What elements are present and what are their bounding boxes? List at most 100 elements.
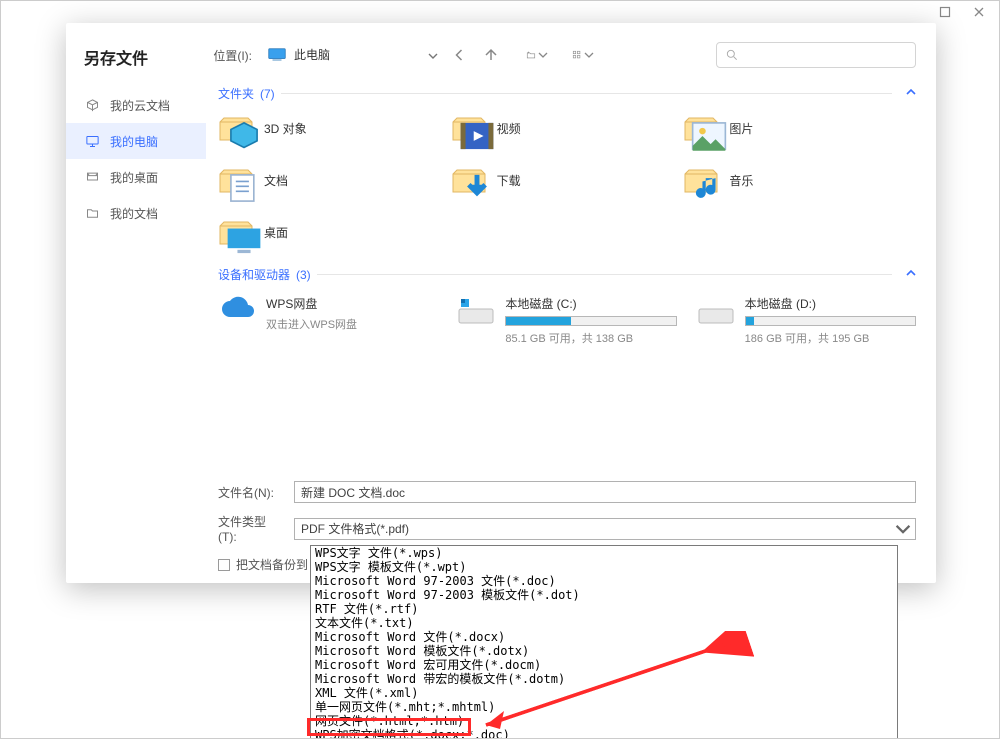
folder-pictures[interactable]: 图片 [683, 110, 916, 146]
sidebar-item-label: 我的文档 [110, 205, 158, 222]
downloads-icon [451, 164, 487, 196]
filetype-option[interactable]: WPS文字 模板文件(*.wpt) [311, 560, 897, 574]
device-local-disk-d[interactable]: 本地磁盘 (D:) 186 GB 可用，共 195 GB [697, 295, 916, 346]
device-name: 本地磁盘 (D:) [745, 295, 916, 312]
sidebar-item-my-desktop[interactable]: 我的桌面 [66, 159, 206, 195]
search-input[interactable] [716, 42, 916, 68]
folder-name: 图片 [729, 120, 753, 137]
section-folders-header[interactable]: 文件夹 (7) [218, 81, 916, 110]
cube-outline-icon [84, 97, 100, 113]
filename-input[interactable] [294, 481, 916, 503]
close-icon[interactable] [973, 6, 985, 18]
location-label: 位置(I): [206, 47, 258, 64]
nav-back-button[interactable] [448, 44, 470, 66]
location-bar: 位置(I): 此电脑 [206, 37, 916, 73]
sidebar-item-my-documents[interactable]: 我的文档 [66, 195, 206, 231]
pc-icon [268, 48, 286, 62]
filetype-option[interactable]: Microsoft Word 宏可用文件(*.docm) [311, 658, 897, 672]
filetype-option[interactable]: WPS加密文档格式(*.docx;*.doc) [311, 728, 897, 739]
filetype-value: PDF 文件格式(*.pdf) [301, 520, 409, 537]
filetype-option[interactable]: Microsoft Word 模板文件(*.dotx) [311, 644, 897, 658]
filetype-dropdown[interactable]: WPS文字 文件(*.wps)WPS文字 模板文件(*.wpt)Microsof… [310, 545, 898, 739]
backup-checkbox-label: 把文档备份到 [236, 556, 308, 573]
new-folder-button[interactable] [526, 44, 548, 66]
pictures-icon [683, 112, 719, 144]
filename-row: 文件名(N): [218, 481, 916, 503]
filetype-option[interactable]: Microsoft Word 带宏的模板文件(*.dotm) [311, 672, 897, 686]
sidebar-item-label: 我的电脑 [110, 133, 158, 150]
maximize-icon[interactable] [939, 6, 951, 18]
sidebar-item-label: 我的桌面 [110, 169, 158, 186]
desktop-folder-icon [218, 216, 254, 248]
collapse-up-icon[interactable] [898, 268, 916, 281]
section-devices-header[interactable]: 设备和驱动器 (3) [218, 262, 916, 291]
folder-name: 视频 [497, 120, 521, 137]
dialog-title: 另存文件 [66, 41, 206, 87]
location-name: 此电脑 [294, 46, 420, 63]
videos-icon [451, 112, 487, 144]
folder-name: 下载 [497, 172, 521, 189]
filetype-option[interactable]: WPS文字 文件(*.wps) [311, 546, 897, 560]
filetype-option[interactable]: Microsoft Word 97-2003 文件(*.doc) [311, 574, 897, 588]
device-name: 本地磁盘 (C:) [505, 295, 676, 312]
wps-cloud-icon [218, 295, 256, 329]
section-folders-title: 文件夹 [218, 85, 254, 102]
sidebar-item-cloud-docs[interactable]: 我的云文档 [66, 87, 206, 123]
disk-usage-bar [745, 316, 916, 326]
filetype-option[interactable]: 文本文件(*.txt) [311, 616, 897, 630]
folder-downloads[interactable]: 下载 [451, 162, 684, 198]
device-sub: 186 GB 可用，共 195 GB [745, 330, 916, 346]
filename-label: 文件名(N): [218, 484, 282, 501]
sidebar-item-label: 我的云文档 [110, 97, 170, 114]
folder-name: 文档 [264, 172, 288, 189]
underlying-titlebar [1, 1, 999, 23]
folder-name: 3D 对象 [264, 120, 307, 137]
device-wps-netdisk[interactable]: WPS网盘 双击进入WPS网盘 [218, 295, 437, 346]
filetype-combo[interactable]: PDF 文件格式(*.pdf) [294, 518, 916, 540]
view-mode-button[interactable] [572, 44, 594, 66]
folder-videos[interactable]: 视频 [451, 110, 684, 146]
divider [317, 274, 892, 275]
browse-area: 文件夹 (7) 3D 对象 [206, 73, 916, 481]
filetype-option[interactable]: RTF 文件(*.rtf) [311, 602, 897, 616]
dialog-sidebar: 另存文件 我的云文档 我的电脑 我的桌面 [66, 23, 206, 583]
nav-up-button[interactable] [480, 44, 502, 66]
local-disk-icon [457, 295, 495, 329]
chevron-down-icon [895, 521, 911, 537]
collapse-up-icon[interactable] [898, 87, 916, 100]
filetype-option[interactable]: Microsoft Word 文件(*.docx) [311, 630, 897, 644]
folder-documents[interactable]: 文档 [218, 162, 451, 198]
music-icon [683, 164, 719, 196]
documents-icon [218, 164, 254, 196]
backup-checkbox[interactable] [218, 559, 230, 571]
document-folder-icon [84, 205, 100, 221]
filetype-label: 文件类型(T): [218, 513, 282, 544]
folder-name: 音乐 [729, 172, 753, 189]
folder-desktop[interactable]: 桌面 [218, 214, 451, 250]
filetype-option[interactable]: 单一网页文件(*.mht;*.mhtml) [311, 700, 897, 714]
folder-music[interactable]: 音乐 [683, 162, 916, 198]
filetype-option[interactable]: XML 文件(*.xml) [311, 686, 897, 700]
monitor-icon [84, 133, 100, 149]
device-sub: 双击进入WPS网盘 [266, 316, 437, 332]
disk-usage-bar [505, 316, 676, 326]
chevron-down-icon [428, 50, 438, 60]
folder-3d-objects[interactable]: 3D 对象 [218, 110, 451, 146]
section-folders-count: (7) [260, 87, 275, 101]
device-sub: 85.1 GB 可用，共 138 GB [505, 330, 676, 346]
device-local-disk-c[interactable]: 本地磁盘 (C:) 85.1 GB 可用，共 138 GB [457, 295, 676, 346]
filetype-row: 文件类型(T): PDF 文件格式(*.pdf) [218, 513, 916, 544]
section-devices-count: (3) [296, 268, 311, 282]
sidebar-item-my-pc[interactable]: 我的电脑 [66, 123, 206, 159]
filetype-option[interactable]: Microsoft Word 97-2003 模板文件(*.dot) [311, 588, 897, 602]
3d-objects-icon [218, 112, 254, 144]
filetype-option[interactable]: 网页文件(*.html;*.htm) [311, 714, 897, 728]
desktop-frame-icon [84, 169, 100, 185]
local-disk-icon [697, 295, 735, 329]
location-combo[interactable]: 此电脑 [268, 43, 438, 67]
divider [281, 93, 892, 94]
folder-name: 桌面 [264, 224, 288, 241]
device-name: WPS网盘 [266, 295, 437, 312]
section-devices-title: 设备和驱动器 [218, 266, 290, 283]
save-as-dialog: 另存文件 我的云文档 我的电脑 我的桌面 [66, 23, 936, 583]
